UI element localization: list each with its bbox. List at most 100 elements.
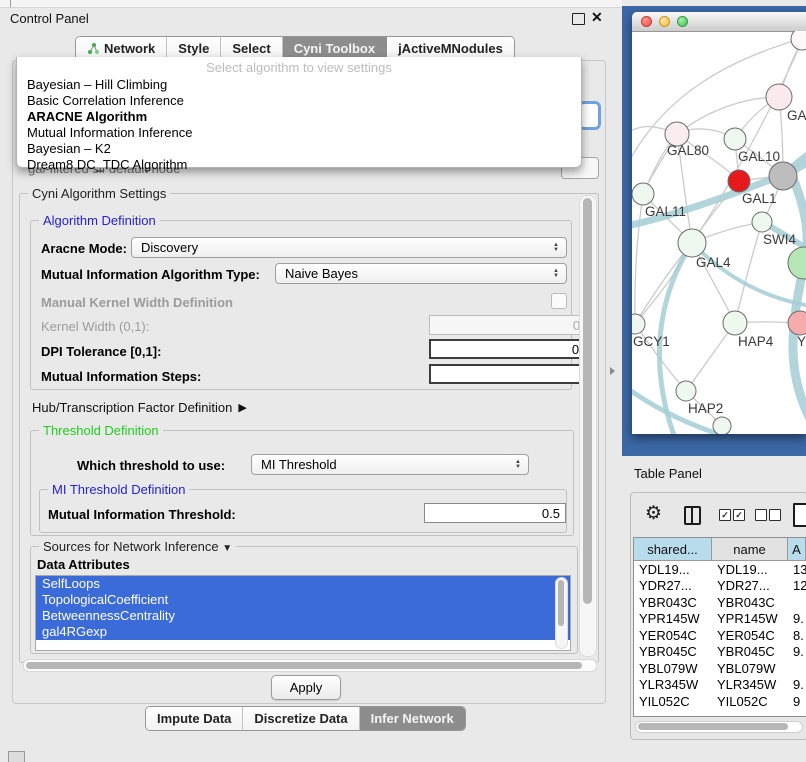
settings-hscrollbar[interactable] (23, 659, 597, 672)
algorithm-dropdown[interactable]: Select algorithm to view settings Bayesi… (16, 57, 582, 168)
data-attribute-item[interactable]: TopologicalCoefficient (36, 592, 570, 608)
tab-label: Cyni Toolbox (294, 41, 375, 56)
network-node-swi4[interactable] (752, 212, 772, 232)
bottom-tab-label: Discretize Data (254, 711, 347, 726)
network-node[interactable] (713, 417, 731, 434)
table-row[interactable]: YBR043CYBR043C (634, 594, 806, 611)
apply-button[interactable]: Apply (271, 675, 341, 700)
table-cell: YDR27... (712, 578, 788, 595)
table-hscrollbar[interactable] (635, 721, 803, 733)
table-row[interactable]: YPR145WYPR145W9. (634, 611, 806, 628)
algorithm-option[interactable]: Mutual Information Inference (17, 125, 581, 141)
algorithm-dropdown-placeholder: Select algorithm to view settings (17, 60, 581, 75)
columns-icon[interactable] (684, 506, 701, 525)
aracne-mode-select[interactable]: Discovery ▲▼ (131, 237, 567, 258)
data-attribute-item[interactable]: SelfLoops (36, 576, 570, 592)
network-node-gcy1[interactable] (632, 314, 645, 334)
float-panel-icon[interactable] (572, 13, 585, 25)
network-node-gal[interactable] (766, 84, 792, 110)
table-row[interactable]: YLR345WYLR345W9. (634, 677, 806, 694)
bottom-tab-impute-data[interactable]: Impute Data (146, 707, 243, 730)
algorithm-option[interactable]: Dream8 DC_TDC Algorithm (17, 157, 581, 173)
table-cell: YBR045C (634, 644, 712, 661)
column-header-2[interactable]: name (712, 538, 788, 560)
which-threshold-select[interactable]: MI Threshold ▲▼ (251, 454, 529, 475)
close-window-icon[interactable] (641, 16, 652, 27)
mi-steps-input[interactable]: 6 (429, 364, 597, 384)
tab-label: Network (104, 41, 155, 56)
algorithm-option[interactable]: Bayesian – K2 (17, 141, 581, 157)
threshold-definition-group: Threshold Definition Which threshold to … (30, 430, 574, 536)
mi-algorithm-type-label: Mutual Information Algorithm Type: (41, 267, 260, 282)
network-node-hap2[interactable] (676, 381, 696, 401)
settings-scrollbar[interactable] (579, 195, 597, 657)
data-attribute-item[interactable]: gal4RGexp (36, 624, 570, 640)
column-header-3[interactable]: A (788, 538, 806, 560)
table-row[interactable]: YIL052CYIL052C9 (634, 693, 806, 710)
threshold-definition-title: Threshold Definition (39, 423, 163, 438)
sources-group-title[interactable]: Sources for Network Inference ▼ (39, 539, 236, 554)
select-all-checkbox-icon[interactable]: ✓ (719, 509, 731, 521)
table-row[interactable]: YDR27...YDR27...12 (634, 578, 806, 595)
deselect-all-checkbox-icon[interactable] (755, 509, 767, 521)
table-row[interactable]: YBR045CYBR045C9. (634, 644, 806, 661)
kernel-width-label: Kernel Width (0,1): (41, 319, 149, 334)
close-icon[interactable]: ✕ (591, 9, 603, 26)
network-edge (692, 41, 802, 243)
network-node-gal1[interactable] (728, 170, 750, 192)
network-node-gal10[interactable] (724, 128, 746, 150)
network-node[interactable] (788, 247, 806, 279)
kernel-width-input[interactable]: 0.0 (429, 315, 597, 335)
network-window[interactable]: GALGAL80GAL10GAL1GAL11SWI4GAL4GCY1HAP4YH… (632, 12, 806, 434)
select-all-checkbox-icon: ✓ (733, 509, 745, 521)
network-window-titlebar[interactable] (632, 12, 806, 32)
algorithm-option[interactable]: Basic Correlation Inference (17, 93, 581, 109)
table-panel-title: Table Panel (634, 466, 702, 481)
table-cell: YLR345W (712, 677, 788, 694)
node-label: GAL4 (696, 255, 731, 270)
dpi-tolerance-input[interactable]: 0.0 (429, 339, 597, 359)
table-cell: YDL19... (634, 561, 712, 578)
gear-icon[interactable]: ⚙ (645, 503, 662, 525)
zoom-window-icon[interactable] (677, 16, 688, 27)
algorithm-dropdown-items: Bayesian – Hill ClimbingBasic Correlatio… (17, 77, 581, 173)
control-panel-title: Control Panel (10, 11, 89, 26)
column-header-1[interactable]: shared... (634, 538, 712, 560)
screen: Control Panel ✕ NetworkStyleSelectCyni T… (0, 0, 806, 762)
dpi-tolerance-label: DPI Tolerance [0,1]: (41, 344, 161, 359)
combo-arrows-icon: ▲▼ (515, 460, 521, 470)
mi-algorithm-type-select[interactable]: Naive Bayes ▲▼ (275, 263, 567, 284)
expand-arrow-icon: ▶ (238, 401, 246, 414)
table-row[interactable]: YER054CYER054C8. (634, 627, 806, 644)
network-node[interactable] (791, 31, 806, 50)
table-cell (788, 660, 806, 677)
attribute-list-scrollbar[interactable] (555, 577, 568, 649)
data-attributes-list[interactable]: SelfLoopsTopologicalCoefficientBetweenne… (35, 575, 571, 651)
table-row[interactable]: YDL19...YDL19...13 (634, 561, 806, 578)
node-table[interactable]: shared...nameA YDL19...YDL19...13YDR27..… (633, 537, 806, 717)
mi-threshold-input[interactable]: 0.5 (424, 503, 566, 523)
network-view-background: GALGAL80GAL10GAL1GAL11SWI4GAL4GCY1HAP4YH… (622, 6, 806, 456)
algorithm-option[interactable]: ARACNE Algorithm (17, 109, 581, 125)
split-pane-handle-icon[interactable] (610, 367, 615, 375)
network-icon (87, 42, 100, 55)
bottom-tab-infer-network[interactable]: Infer Network (360, 707, 465, 730)
sources-group: Sources for Network Inference ▼ Data Att… (30, 546, 578, 654)
algorithm-option[interactable]: Bayesian – Hill Climbing (17, 77, 581, 93)
hub-definition-expander[interactable]: Hub/Transcription Factor Definition ▶ (32, 400, 247, 415)
minimize-window-icon[interactable] (659, 16, 670, 27)
bottom-tab-label: Impute Data (157, 711, 231, 726)
network-node-hap4[interactable] (723, 311, 747, 335)
network-node-gal11[interactable] (632, 183, 654, 205)
network-graph: GALGAL80GAL10GAL1GAL11SWI4GAL4GCY1HAP4YH… (632, 31, 806, 434)
table-row[interactable]: YBL079WYBL079W (634, 660, 806, 677)
network-node[interactable] (769, 162, 797, 190)
document-icon[interactable] (793, 503, 806, 527)
data-attribute-item[interactable]: BetweennessCentrality (36, 608, 570, 624)
network-node-gal4[interactable] (678, 229, 706, 257)
node-label: GAL11 (645, 204, 686, 219)
manual-kernel-width-checkbox[interactable] (551, 293, 567, 309)
bottom-tab-discretize-data[interactable]: Discretize Data (243, 707, 359, 730)
collapsed-panel-icon[interactable] (8, 751, 25, 762)
network-canvas[interactable]: GALGAL80GAL10GAL1GAL11SWI4GAL4GCY1HAP4YH… (632, 31, 806, 434)
